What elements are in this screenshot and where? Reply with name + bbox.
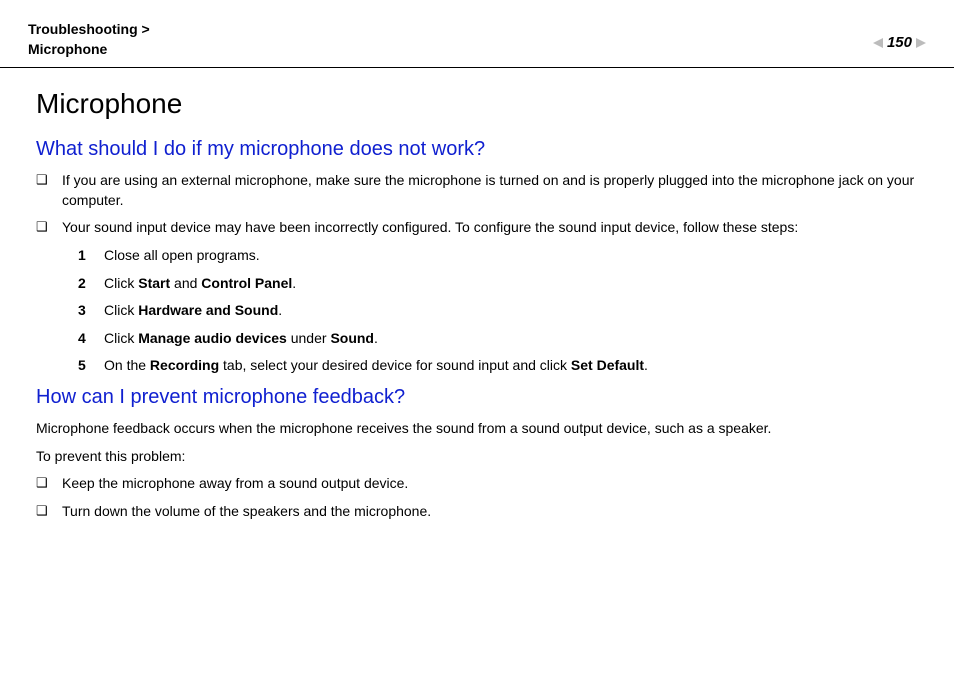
section2-intro: Microphone feedback occurs when the micr… (36, 419, 918, 439)
list-item: ❑ Turn down the volume of the speakers a… (36, 502, 918, 522)
bullet-icon: ❑ (36, 218, 62, 236)
breadcrumb-current[interactable]: Microphone (28, 41, 107, 57)
prev-page-icon[interactable] (873, 38, 883, 48)
section2-bullets: ❑ Keep the microphone away from a sound … (36, 474, 918, 521)
step-text: Close all open programs. (104, 246, 918, 266)
page-content: Microphone What should I do if my microp… (0, 68, 954, 521)
list-item: ❑ Your sound input device may have been … (36, 218, 918, 238)
step-item: 1Close all open programs. (78, 246, 918, 266)
step-item: 5On the Recording tab, select your desir… (78, 356, 918, 376)
step-number: 4 (78, 329, 104, 349)
step-item: 3Click Hardware and Sound. (78, 301, 918, 321)
step-text: On the Recording tab, select your desire… (104, 356, 918, 376)
bullet-icon: ❑ (36, 171, 62, 189)
bullet-text: Turn down the volume of the speakers and… (62, 502, 918, 522)
step-item: 4Click Manage audio devices under Sound. (78, 329, 918, 349)
section1-heading: What should I do if my microphone does n… (36, 138, 918, 161)
page-header: Troubleshooting > Microphone 150 (0, 0, 954, 67)
bullet-icon: ❑ (36, 502, 62, 520)
step-text: Click Start and Control Panel. (104, 274, 918, 294)
next-page-icon[interactable] (916, 38, 926, 48)
step-number: 5 (78, 356, 104, 376)
section1-steps: 1Close all open programs. 2Click Start a… (36, 246, 918, 376)
bullet-text: If you are using an external microphone,… (62, 171, 918, 210)
section2-intro2: To prevent this problem: (36, 447, 918, 467)
breadcrumb-sep: > (138, 21, 150, 37)
page-navigation: 150 (873, 34, 926, 51)
breadcrumb-parent[interactable]: Troubleshooting (28, 21, 138, 37)
list-item: ❑ If you are using an external microphon… (36, 171, 918, 210)
page-title: Microphone (36, 88, 918, 120)
list-item: ❑ Keep the microphone away from a sound … (36, 474, 918, 494)
page-number: 150 (887, 34, 912, 51)
bullet-icon: ❑ (36, 474, 62, 492)
step-text: Click Hardware and Sound. (104, 301, 918, 321)
step-number: 2 (78, 274, 104, 294)
bullet-text: Your sound input device may have been in… (62, 218, 918, 238)
breadcrumb: Troubleshooting > Microphone (28, 20, 150, 59)
step-number: 1 (78, 246, 104, 266)
bullet-text: Keep the microphone away from a sound ou… (62, 474, 918, 494)
step-number: 3 (78, 301, 104, 321)
step-text: Click Manage audio devices under Sound. (104, 329, 918, 349)
section2-heading: How can I prevent microphone feedback? (36, 386, 918, 409)
section1-bullets: ❑ If you are using an external microphon… (36, 171, 918, 238)
step-item: 2Click Start and Control Panel. (78, 274, 918, 294)
